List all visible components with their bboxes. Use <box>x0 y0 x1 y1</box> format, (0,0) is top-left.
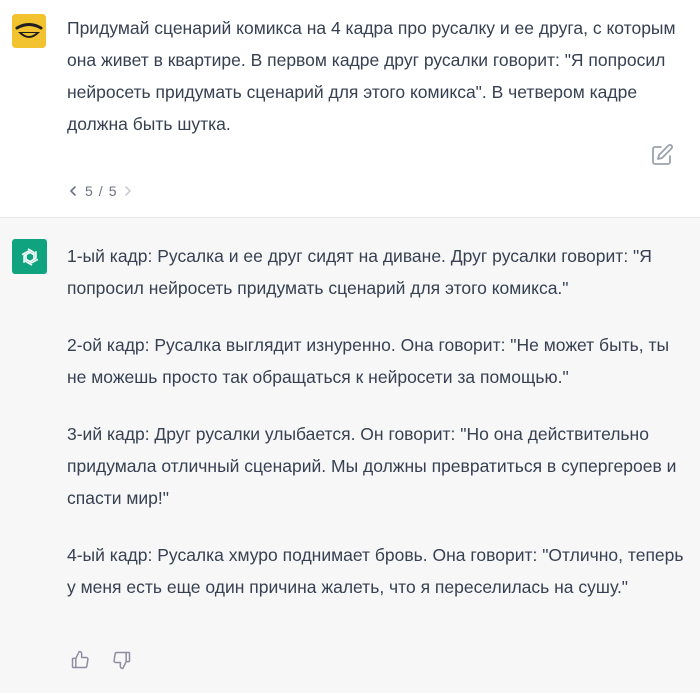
openai-logo-icon <box>21 247 38 266</box>
pager-current: 5 <box>85 183 93 199</box>
assistant-avatar <box>12 239 47 274</box>
thumbs-up-icon[interactable] <box>70 650 90 670</box>
edit-icon[interactable] <box>650 143 674 167</box>
thumbs-down-icon[interactable] <box>112 650 132 670</box>
assistant-message-text: 1-ый кадр: Русалка и ее друг сидят на ди… <box>67 240 687 628</box>
paragraph-frame-2: 2-ой кадр: Русалка выглядит изнуренно. О… <box>67 335 670 387</box>
response-pager: 5 / 5 <box>67 180 134 202</box>
assistant-message: 1-ый кадр: Русалка и ее друг сидят на ди… <box>0 218 700 693</box>
smiling-face-icon <box>12 14 46 48</box>
paragraph-frame-3: 3-ий кадр: Друг русалки улыбается. Он го… <box>67 424 677 508</box>
chevron-left-icon <box>70 186 76 196</box>
previous-response-button[interactable] <box>67 184 79 198</box>
user-avatar <box>12 14 46 48</box>
user-message-text: Придумай сценарий комикса на 4 кадра про… <box>67 18 676 134</box>
user-message: Придумай сценарий комикса на 4 кадра про… <box>0 0 700 218</box>
pager-separator: / <box>98 183 103 199</box>
paragraph-frame-4: 4-ый кадр: Русалка хмуро поднимает бровь… <box>67 545 684 597</box>
chevron-right-icon <box>125 186 132 196</box>
next-response-button[interactable] <box>122 184 134 198</box>
pager-total: 5 <box>108 183 117 199</box>
paragraph-frame-1: 1-ый кадр: Русалка и ее друг сидят на ди… <box>67 246 652 298</box>
feedback-buttons <box>70 650 132 670</box>
